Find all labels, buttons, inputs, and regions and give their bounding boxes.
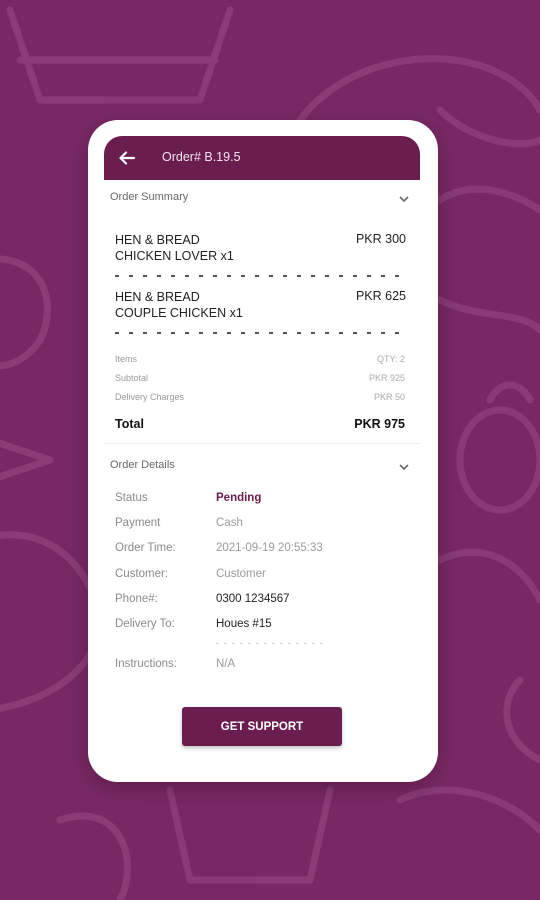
payment-value: Cash (216, 517, 243, 529)
phone-label: Phone#: (115, 593, 158, 605)
chevron-down-icon (399, 196, 409, 203)
section-divider (104, 443, 420, 444)
customer-label: Customer: (115, 568, 169, 580)
order-item-1-name: HEN & BREAD CHICKEN LOVER x1 (115, 233, 234, 263)
order-summary-header[interactable]: Order Summary (110, 191, 410, 211)
order-item-2-name: HEN & BREAD COUPLE CHICKEN x1 (115, 290, 243, 320)
order-item-2-price: PKR 625 (355, 289, 406, 303)
status-value: Pending (216, 492, 262, 504)
item-divider (115, 332, 405, 334)
order-time-label: Order Time: (115, 542, 176, 554)
delivery-to-label: Delivery To: (115, 618, 175, 630)
customer-value: Customer (216, 568, 266, 580)
instructions-label: Instructions: (115, 658, 177, 670)
total-value: PKR 975 (354, 417, 405, 431)
order-number-title: Order# B.19.5 (162, 150, 241, 164)
item-divider (115, 275, 405, 277)
subtotal-value: PKR 925 (368, 373, 405, 383)
items-qty-value: QTY: 2 (376, 354, 405, 364)
delivery-charges-value: PKR 50 (373, 392, 405, 402)
delivery-charges-label: Delivery Charges (115, 392, 185, 402)
chevron-down-icon (399, 464, 409, 471)
get-support-button[interactable]: GET SUPPORT (182, 707, 342, 746)
order-summary-title: Order Summary (110, 191, 189, 203)
status-label: Status (115, 492, 148, 504)
subtotal-label: Subtotal (115, 373, 149, 383)
order-details-title: Order Details (110, 459, 175, 471)
phone-value: 0300 1234567 (216, 593, 290, 605)
address-faded-line (216, 643, 326, 644)
payment-label: Payment (115, 517, 161, 529)
app-bar: Order# B.19.5 (104, 136, 420, 180)
delivery-to-value: Houes #15 (216, 618, 272, 630)
order-details-header[interactable]: Order Details (110, 459, 410, 479)
total-label: Total (115, 417, 144, 431)
items-label: Items (115, 354, 138, 364)
order-item-1-price: PKR 300 (355, 232, 406, 246)
order-time-value: 2021-09-19 20:55:33 (216, 542, 323, 554)
arrow-left-icon[interactable] (118, 149, 136, 167)
phone-screen-card: Order# B.19.5 Order Summary HEN & BREAD … (88, 120, 438, 782)
instructions-value: N/A (216, 658, 236, 670)
